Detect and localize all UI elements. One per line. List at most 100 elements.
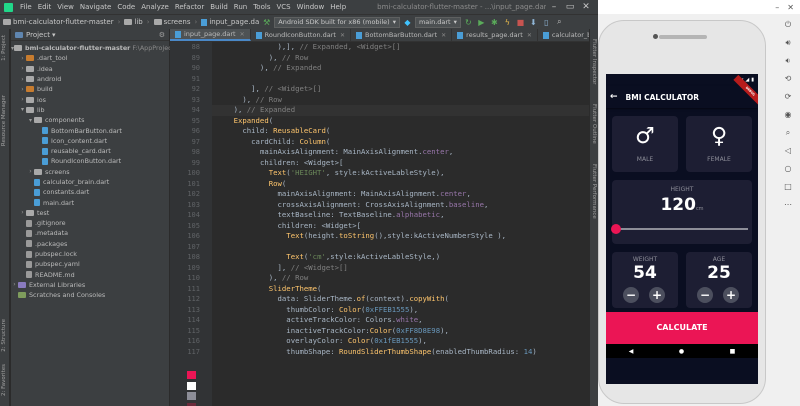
color-swatch-overlay[interactable]: [187, 402, 196, 406]
menu-vcs[interactable]: VCS: [273, 0, 293, 14]
chevron-down-icon[interactable]: ▾: [19, 106, 26, 113]
breadcrumb-file[interactable]: input_page.da: [201, 18, 259, 26]
chevron-down-icon[interactable]: ▾: [27, 117, 34, 124]
tree-item-test[interactable]: › test: [11, 208, 169, 218]
close-icon[interactable]: ✕: [787, 3, 794, 12]
search-icon[interactable]: ⌕: [554, 17, 565, 28]
code-area[interactable]: ),], // Expanded, <Widget>[] ), // Row )…: [212, 42, 589, 406]
flutter-performance-tab[interactable]: Flutter Performance: [591, 164, 597, 219]
code-line[interactable]: Text('cm',style:kActiveLableStyle,): [216, 252, 440, 263]
height-slider[interactable]: [611, 224, 748, 234]
menu-build[interactable]: Build: [207, 0, 231, 14]
tree-item-components[interactable]: ▾ components: [11, 115, 169, 125]
chevron-right-icon[interactable]: ›: [11, 281, 18, 288]
tree-item-roundiconbutton[interactable]: RoundIconButton.dart: [11, 156, 169, 166]
weight-minus-button[interactable]: −: [623, 287, 639, 303]
code-line[interactable]: ], // <Widget>[]: [216, 84, 321, 95]
tab-bottombarbutton[interactable]: BottomBarButton.dart ✕: [351, 29, 453, 41]
tree-item-ios[interactable]: › ios: [11, 94, 169, 104]
breadcrumb-screens[interactable]: screens: [153, 18, 191, 26]
menu-navigate[interactable]: Navigate: [77, 0, 114, 14]
breadcrumb-project[interactable]: bmi-calculator-flutter-master: [3, 18, 114, 26]
nav-home-icon[interactable]: ●: [679, 348, 684, 355]
code-line[interactable]: overlayColor: Color(0x1fEB1555),: [216, 336, 427, 347]
nav-back-icon[interactable]: ◀: [629, 348, 634, 355]
code-line[interactable]: thumbColor: Color(0xFFEB1555),: [216, 305, 418, 316]
avd-manager-icon[interactable]: ▯: [541, 17, 552, 28]
tab-roundiconbutton[interactable]: RoundIconButton.dart ✕: [251, 29, 351, 41]
resource-manager-tab[interactable]: Resource Manager: [1, 95, 7, 146]
code-line[interactable]: Row(: [216, 179, 287, 190]
code-line[interactable]: mainAxisAlignment: MainAxisAlignment.cen…: [216, 189, 471, 200]
tree-root[interactable]: ▾ bmi-calculator-flutter-master F:\AppProj…: [11, 43, 185, 53]
minimize-icon[interactable]: –: [546, 0, 562, 14]
structure-tab[interactable]: 2: Structure: [1, 319, 7, 352]
code-line[interactable]: activeTrackColor: Colors.white,: [216, 315, 422, 326]
tree-item-icon-content[interactable]: Icon_content.dart: [11, 136, 169, 146]
chevron-right-icon[interactable]: ›: [19, 86, 26, 93]
tree-item-reusable-card[interactable]: reusable_card.dart: [11, 146, 169, 156]
gear-icon[interactable]: ⚙: [159, 31, 165, 39]
hot-reload-icon[interactable]: ϟ: [502, 17, 513, 28]
tree-item-screens[interactable]: › screens: [11, 167, 169, 177]
color-swatch-inactive-track[interactable]: [187, 392, 196, 400]
tree-item-metadata[interactable]: .metadata: [11, 228, 169, 238]
back-icon[interactable]: ◁: [785, 146, 791, 156]
menu-tools[interactable]: Tools: [250, 0, 273, 14]
maximize-icon[interactable]: ▭: [562, 0, 578, 14]
device-selector[interactable]: Android SDK built for x86 (mobile) ▾: [274, 16, 400, 28]
female-card[interactable]: ♀ FEMALE: [686, 116, 752, 172]
back-arrow-icon[interactable]: ←: [610, 92, 618, 102]
refresh-icon[interactable]: ↻: [463, 17, 474, 28]
code-line[interactable]: inactiveTrackColor:Color(0xFF8D8E98),: [216, 326, 449, 337]
rotate-right-icon[interactable]: ⟳: [785, 92, 792, 102]
tree-item-readme[interactable]: README.md: [11, 270, 169, 280]
tree-item-build[interactable]: › build: [11, 84, 169, 94]
menu-file[interactable]: File: [17, 0, 35, 14]
tab-results-page[interactable]: results_page.dart ✕: [452, 29, 538, 41]
flutter-inspector-tab[interactable]: Flutter Inspector: [591, 39, 597, 85]
age-minus-button[interactable]: −: [697, 287, 713, 303]
close-icon[interactable]: ✕: [240, 31, 245, 38]
weight-plus-button[interactable]: +: [649, 287, 665, 303]
tab-input-page[interactable]: input_page.dart ✕: [170, 29, 251, 41]
code-line[interactable]: cardChild: Column(: [216, 137, 330, 148]
menu-refactor[interactable]: Refactor: [172, 0, 207, 14]
tree-item-dart-tool[interactable]: › .dart_tool: [11, 53, 169, 63]
code-line[interactable]: children: <Widget>[: [216, 158, 343, 169]
run-icon[interactable]: ▶: [476, 17, 487, 28]
favorites-tab[interactable]: 2: Favorites: [1, 364, 7, 396]
project-tool-tab[interactable]: 1: Project: [1, 35, 7, 61]
code-line[interactable]: children: <Widget>[: [216, 221, 361, 232]
code-line[interactable]: Text(height.toString(),style:kActiveNumb…: [216, 231, 506, 242]
chevron-right-icon[interactable]: ›: [19, 96, 26, 103]
tree-item-external-libraries[interactable]: › External Libraries: [11, 280, 169, 290]
sdk-manager-icon[interactable]: ⬇: [528, 17, 539, 28]
tree-item-pubspec-yaml[interactable]: pubspec.yaml: [11, 259, 169, 269]
code-line[interactable]: crossAxisAlignment: CrossAxisAlignment.b…: [216, 200, 489, 211]
menu-code[interactable]: Code: [114, 0, 138, 14]
project-view-selector[interactable]: Project: [26, 31, 50, 39]
rotate-left-icon[interactable]: ⟲: [785, 74, 792, 84]
slider-thumb[interactable]: [611, 224, 621, 234]
volume-up-icon[interactable]: 🔊︎: [785, 38, 790, 48]
code-line[interactable]: data: SliderTheme.of(context).copyWith(: [216, 294, 449, 305]
tree-item-android[interactable]: › android: [11, 74, 169, 84]
chevron-down-icon[interactable]: ▾: [52, 31, 56, 39]
tree-item-main[interactable]: main.dart: [11, 197, 169, 207]
code-line[interactable]: ), // Row: [216, 53, 309, 64]
menu-window[interactable]: Window: [294, 0, 328, 14]
run-config-selector[interactable]: main.dart ▾: [414, 16, 461, 28]
calculate-button[interactable]: CALCULATE: [606, 312, 758, 344]
stop-icon[interactable]: ■: [515, 17, 526, 28]
tree-item-gitignore[interactable]: .gitignore: [11, 218, 169, 228]
code-line[interactable]: child: ReusableCard(: [216, 126, 330, 137]
close-icon[interactable]: ✕: [527, 32, 532, 39]
minimize-icon[interactable]: –: [775, 3, 779, 12]
chevron-right-icon[interactable]: ›: [19, 209, 26, 216]
close-icon[interactable]: ✕: [441, 32, 446, 39]
more-icon[interactable]: ⋯: [784, 200, 792, 210]
color-swatch-thumb[interactable]: [187, 371, 196, 379]
age-plus-button[interactable]: +: [723, 287, 739, 303]
tree-item-packages[interactable]: .packages: [11, 239, 169, 249]
